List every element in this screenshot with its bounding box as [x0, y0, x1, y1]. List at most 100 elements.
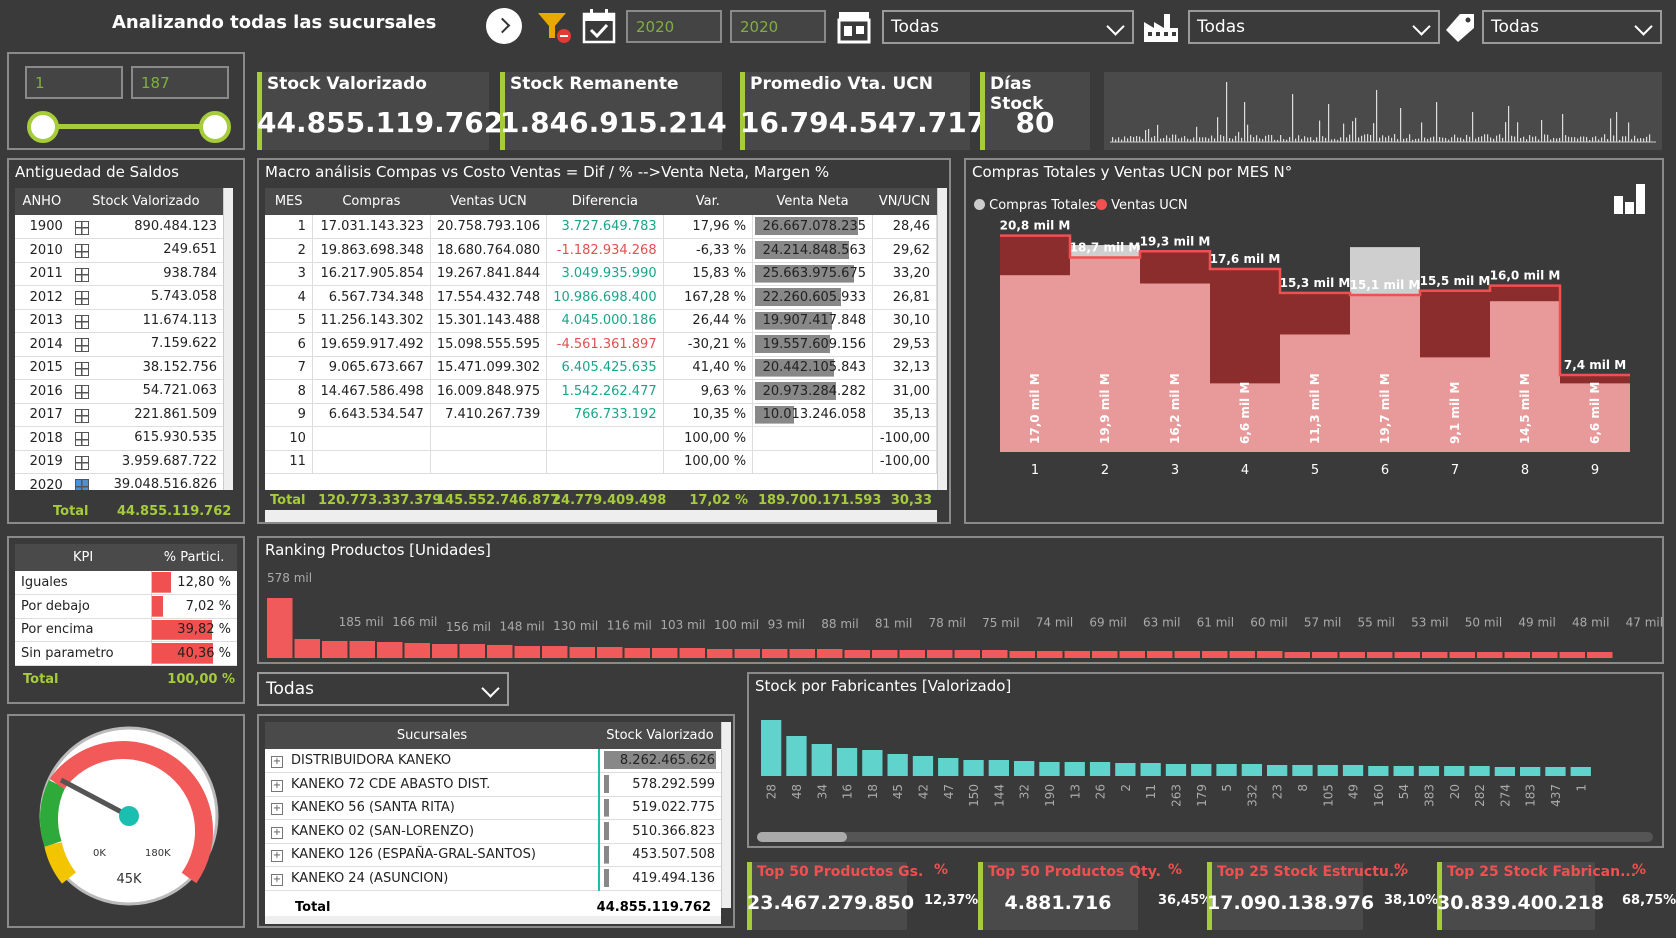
- table-row[interactable]: Por debajo 7,02 %: [15, 594, 237, 619]
- ranking-bar[interactable]: [1147, 651, 1173, 658]
- expand-plus-icon[interactable]: +: [271, 779, 283, 792]
- table-row[interactable]: 2017 221.861.509: [15, 403, 223, 427]
- fabricante-bar[interactable]: [786, 736, 807, 776]
- table-row[interactable]: 1 17.031.143.323 20.758.793.106 3.727.649.7…: [265, 215, 937, 239]
- sucursal-dropdown[interactable]: Todas: [257, 672, 509, 706]
- fabricante-bar[interactable]: [938, 758, 959, 776]
- ranking-bar[interactable]: [404, 643, 431, 658]
- expand-grid-icon[interactable]: [74, 432, 89, 447]
- col-header[interactable]: MES: [265, 188, 313, 215]
- ranking-bar[interactable]: [1064, 651, 1091, 658]
- ranking-bar[interactable]: [1339, 652, 1366, 658]
- ranking-bar[interactable]: [927, 650, 953, 658]
- expand-plus-icon[interactable]: +: [271, 850, 283, 863]
- range-handle-min[interactable]: [27, 111, 59, 143]
- expand-grid-icon[interactable]: [74, 244, 89, 259]
- table-row[interactable]: 2012 5.743.058: [15, 285, 223, 310]
- col-sucursal-stock[interactable]: Stock Valorizado: [599, 722, 721, 749]
- expand-plus-icon[interactable]: +: [271, 873, 283, 886]
- fabricante-bar[interactable]: [1140, 763, 1161, 776]
- manufacturer-dropdown[interactable]: Todas: [1188, 10, 1440, 44]
- ranking-bar[interactable]: [844, 650, 871, 658]
- expand-grid-icon[interactable]: [74, 338, 89, 353]
- fabricante-bar[interactable]: [862, 750, 883, 776]
- col-header[interactable]: Venta Neta: [752, 188, 873, 215]
- fabricante-bar[interactable]: [1520, 767, 1541, 776]
- table-row[interactable]: + KANEKO 02 (SAN-LORENZO) 510.366.823: [265, 819, 721, 844]
- macro-scrollbar[interactable]: [937, 188, 947, 490]
- ranking-bar[interactable]: [1202, 651, 1228, 658]
- expand-plus-icon[interactable]: +: [271, 826, 283, 839]
- ranking-bar[interactable]: [1367, 652, 1393, 658]
- expand-plus-icon[interactable]: +: [271, 803, 283, 816]
- macro-hscrollbar[interactable]: [265, 510, 937, 522]
- fabricante-bar[interactable]: [1292, 765, 1313, 776]
- ranking-bar[interactable]: [1532, 652, 1558, 658]
- fabricante-bar[interactable]: [1494, 767, 1515, 776]
- fabricante-bar[interactable]: [1368, 766, 1389, 776]
- col-stock[interactable]: Stock Valorizado: [68, 188, 223, 215]
- ranking-bar[interactable]: [267, 598, 293, 658]
- store-dropdown[interactable]: Todas: [882, 10, 1134, 44]
- col-header[interactable]: VN/UCN: [872, 188, 937, 215]
- fabricante-bar[interactable]: [1014, 761, 1035, 776]
- expand-grid-icon[interactable]: [74, 314, 89, 329]
- ranking-bar[interactable]: [349, 641, 376, 658]
- table-row[interactable]: 1900 890.484.123: [15, 215, 223, 239]
- ranking-bar[interactable]: [789, 649, 816, 658]
- table-row[interactable]: 9 6.643.534.547 7.410.267.739 766.733.192 10…: [265, 403, 937, 427]
- table-row[interactable]: + KANEKO 56 (SANTA RITA) 519.022.775: [265, 796, 721, 820]
- ranking-bar[interactable]: [817, 649, 843, 658]
- table-row[interactable]: 2020 39.048.516.826: [15, 473, 223, 490]
- ranking-bar[interactable]: [542, 646, 568, 658]
- table-row[interactable]: 2018 615.930.535: [15, 426, 223, 451]
- fabricante-bar[interactable]: [887, 754, 908, 776]
- clear-filter-icon[interactable]: [536, 10, 572, 44]
- year-to-input[interactable]: 2020: [730, 10, 826, 43]
- ranking-bar[interactable]: [1092, 651, 1118, 658]
- col-anho[interactable]: ANHO: [15, 188, 69, 215]
- expand-grid-icon[interactable]: [74, 267, 89, 282]
- fabricante-bar[interactable]: [1064, 762, 1085, 776]
- col-partici[interactable]: % Partici.: [151, 544, 237, 571]
- table-row[interactable]: 2015 38.152.756: [15, 356, 223, 380]
- ranking-bar[interactable]: [679, 648, 706, 658]
- ranking-bar[interactable]: [1119, 651, 1146, 658]
- table-row[interactable]: 4 6.567.734.348 17.554.432.748 10.986.698.4…: [265, 285, 937, 310]
- ranking-bar[interactable]: [872, 650, 898, 658]
- expand-grid-icon[interactable]: [74, 479, 89, 490]
- ranking-bar[interactable]: [322, 641, 348, 658]
- fabricante-bar[interactable]: [1317, 765, 1338, 776]
- table-row[interactable]: + KANEKO 24 (ASUNCION) 419.494.136: [265, 866, 721, 891]
- fabricante-bar[interactable]: [1216, 764, 1237, 776]
- range-max-input[interactable]: 187: [131, 66, 229, 99]
- fabricante-bar[interactable]: [1418, 766, 1440, 776]
- fabricante-bar[interactable]: [988, 760, 1009, 776]
- table-row[interactable]: 2013 11.674.113: [15, 309, 223, 333]
- ranking-bar[interactable]: [1449, 652, 1476, 658]
- col-kpi[interactable]: KPI: [15, 544, 152, 571]
- fabricante-bar[interactable]: [963, 760, 984, 776]
- table-row[interactable]: Sin parametro 40,36 %: [15, 641, 237, 666]
- table-row[interactable]: 7 9.065.673.667 15.471.099.302 6.405.425.63…: [265, 356, 937, 380]
- ranking-bar[interactable]: [1477, 652, 1503, 658]
- fabricante-bar[interactable]: [1393, 766, 1414, 776]
- table-row[interactable]: 2016 54.721.063: [15, 379, 223, 404]
- ranking-bar[interactable]: [487, 645, 513, 658]
- bar-chart-icon[interactable]: [1612, 182, 1648, 214]
- ranking-bar[interactable]: [734, 649, 761, 658]
- fabricante-bar[interactable]: [1570, 767, 1591, 776]
- table-row[interactable]: 8 14.467.586.498 16.009.848.975 1.542.262.4…: [265, 379, 937, 404]
- table-row[interactable]: Por encima 39,82 %: [15, 618, 237, 642]
- calendar-check-icon[interactable]: [582, 8, 616, 44]
- fabricante-bar[interactable]: [1444, 766, 1465, 776]
- ranking-bar[interactable]: [514, 646, 541, 658]
- table-row[interactable]: 2019 3.959.687.722: [15, 450, 223, 474]
- col-header[interactable]: Var.: [663, 188, 753, 215]
- fabricante-bar[interactable]: [836, 748, 858, 776]
- ranking-bar[interactable]: [1009, 651, 1036, 658]
- table-row[interactable]: 2 19.863.698.348 18.680.764.080 -1.182.934.…: [265, 238, 937, 263]
- ranking-bar[interactable]: [707, 649, 733, 658]
- ranking-bar[interactable]: [377, 642, 403, 658]
- ranking-bar[interactable]: [432, 644, 458, 658]
